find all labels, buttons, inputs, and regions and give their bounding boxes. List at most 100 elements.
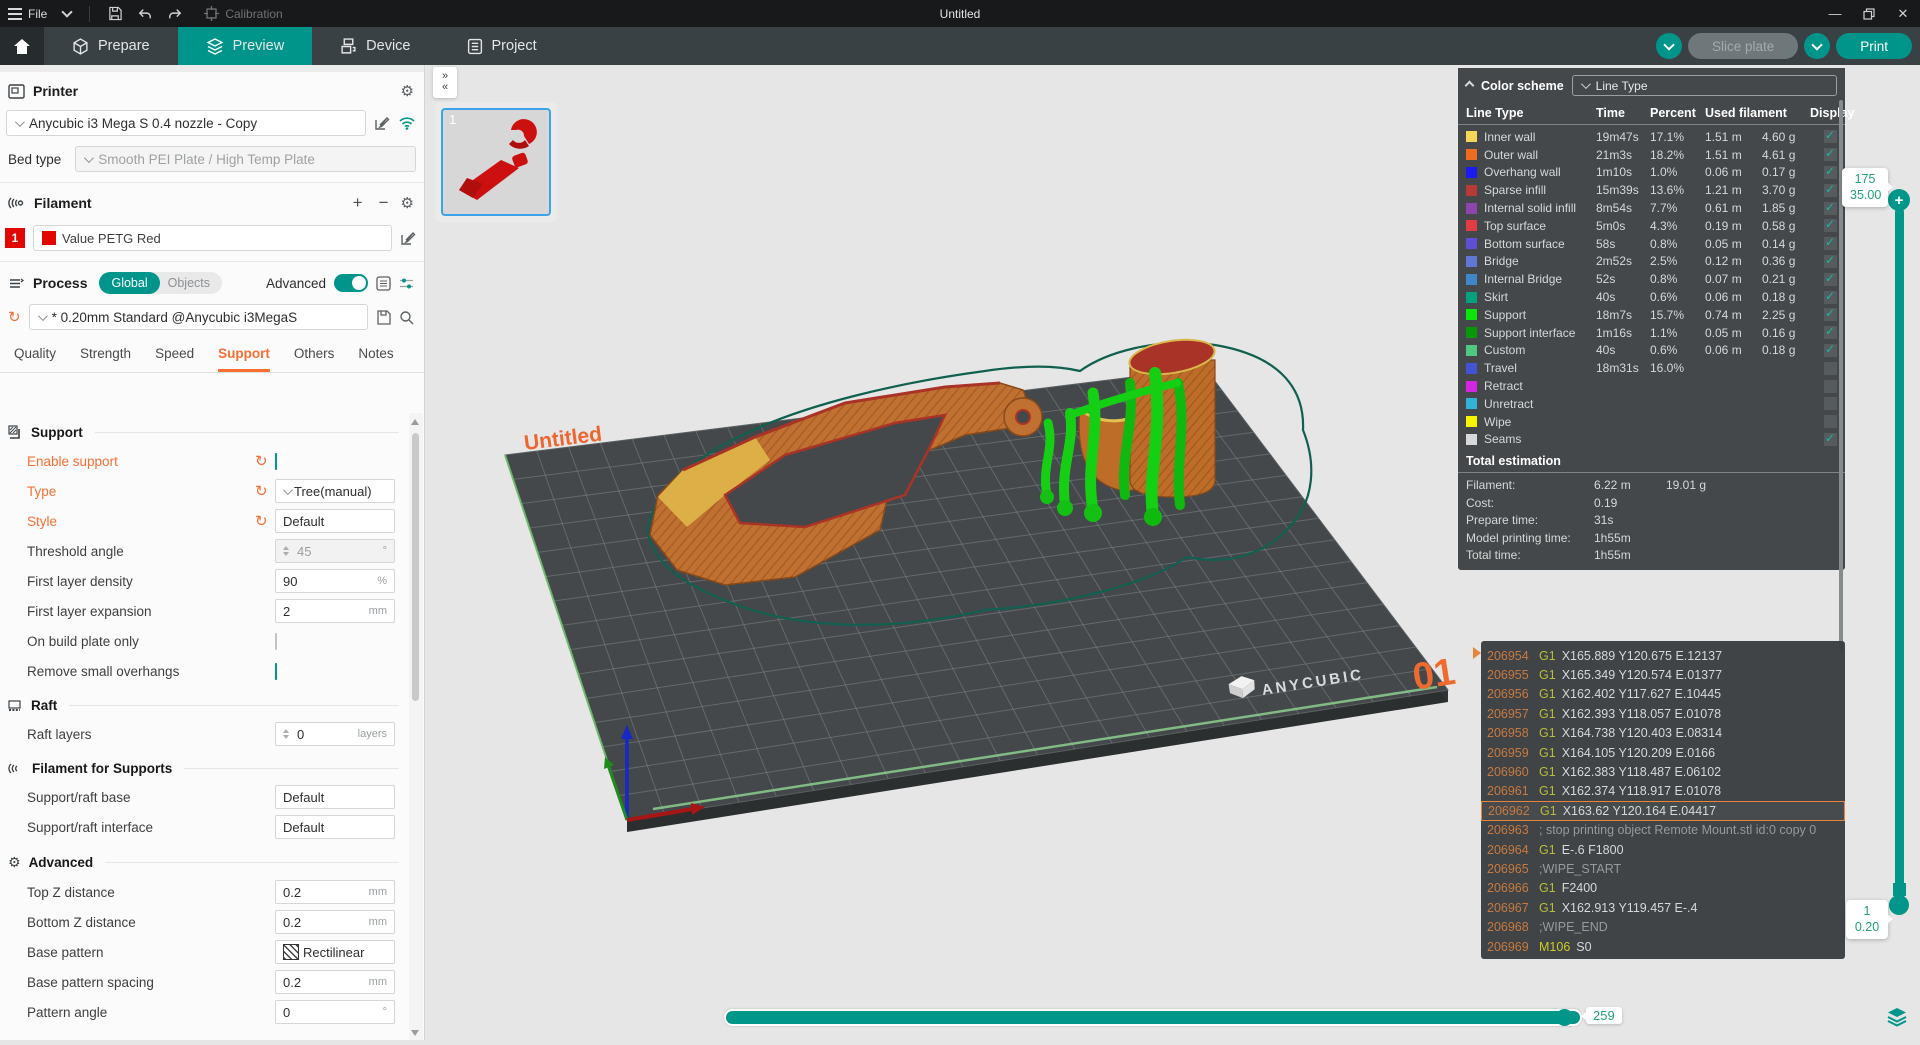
tab-project[interactable]: Project [439,27,565,65]
layer-range-slider-track[interactable] [1895,208,1904,902]
slice-plate-button[interactable]: Slice plate [1688,33,1798,59]
layer-slider-top-handle[interactable]: + [1888,189,1910,211]
edit-filament-icon[interactable] [400,230,416,246]
filament-select[interactable]: Value PETG Red [33,225,392,251]
base-pattern-select[interactable]: Rectilinear [275,940,395,964]
print-options-button[interactable] [1804,33,1830,59]
display-checkbox[interactable] [1824,166,1837,179]
display-checkbox[interactable] [1824,380,1837,393]
file-menu-dropdown[interactable] [55,0,79,27]
printer-select[interactable]: Anycubic i3 Mega S 0.4 nozzle - Copy [6,110,366,136]
build-plate[interactable] [505,368,1448,820]
remove-small-overhangs-checkbox[interactable] [275,663,277,680]
support-raft-interface-select[interactable]: Default [275,815,395,839]
raft-layers-input[interactable]: 0 layers [275,722,395,746]
display-checkbox[interactable] [1824,237,1837,250]
gcode-line[interactable]: 206957G1X162.393 Y118.057 E.01078 [1481,704,1845,723]
support-raft-base-select[interactable]: Default [275,785,395,809]
filament-settings-gear-icon[interactable]: ⚙ [401,194,414,212]
parameter-list-icon[interactable] [376,276,391,291]
calibration-button[interactable]: Calibration [204,6,282,21]
gcode-line[interactable]: 206961G1X162.374 Y118.917 E.01078 [1481,782,1845,801]
tune-icon[interactable] [399,276,414,291]
gcode-line[interactable]: 206967G1X162.913 Y119.457 E-.4 [1481,898,1845,917]
preset-reset-icon[interactable]: ↻ [8,310,21,325]
display-checkbox[interactable] [1824,202,1837,215]
reset-icon[interactable]: ↻ [255,514,275,529]
display-checkbox[interactable] [1824,344,1837,357]
support-type-select[interactable]: Tree(manual) [275,479,395,503]
restore-button[interactable] [1852,0,1886,27]
display-checkbox[interactable] [1824,148,1837,161]
spinner-icon[interactable] [283,546,289,556]
on-build-plate-only-checkbox[interactable] [275,633,277,650]
first-layer-expansion-input[interactable]: 2 mm [275,599,395,623]
gcode-line[interactable]: 206960G1X162.383 Y118.487 E.06102 [1481,762,1845,781]
gcode-line[interactable]: 206965;WIPE_START [1481,859,1845,878]
scope-global-button[interactable]: Global [99,272,159,294]
color-scheme-select[interactable]: Line Type [1572,75,1837,96]
save-preset-icon[interactable] [376,310,391,325]
printer-settings-gear-icon[interactable]: ⚙ [401,82,414,100]
preset-select[interactable]: * 0.20mm Standard @Anycubic i3MegaS [29,304,368,330]
gcode-line[interactable]: 206958G1X164.738 Y120.403 E.08314 [1481,724,1845,743]
scrollbar-thumb[interactable] [412,433,419,701]
tab-others[interactable]: Others [294,346,335,372]
scrollbar-down-icon[interactable] [411,1030,419,1036]
gcode-line[interactable]: 206955G1X165.349 Y120.574 E.01377 [1481,665,1845,684]
undo-button[interactable] [130,0,160,27]
display-checkbox[interactable] [1824,130,1837,143]
spinner-icon[interactable] [283,729,289,739]
first-layer-density-input[interactable]: 90 % [275,569,395,593]
gcode-line[interactable]: 206964G1E-.6 F1800 [1481,840,1845,859]
base-pattern-spacing-input[interactable]: 0.2 mm [275,970,395,994]
display-checkbox[interactable] [1824,291,1837,304]
panel-collapse-button[interactable]: »« [433,67,457,98]
save-button[interactable] [100,0,130,27]
threshold-angle-input[interactable]: 45 ° [275,539,395,563]
tab-support[interactable]: Support [218,346,270,372]
move-slider-track[interactable] [724,1009,1582,1026]
add-filament-button[interactable]: + [349,193,367,213]
settings-scrollbar[interactable] [409,413,423,1040]
slice-options-button[interactable] [1656,33,1682,59]
display-checkbox[interactable] [1824,397,1837,410]
gcode-line[interactable]: 206959G1X164.105 Y120.209 E.0166 [1481,743,1845,762]
enable-support-checkbox[interactable] [275,453,277,470]
print-button[interactable]: Print [1836,33,1912,59]
tab-device[interactable]: Device [312,27,438,65]
scrollbar-up-icon[interactable] [411,419,419,425]
tab-quality[interactable]: Quality [14,346,56,372]
display-checkbox[interactable] [1824,255,1837,268]
reset-icon[interactable]: ↻ [255,484,275,499]
display-checkbox[interactable] [1824,184,1837,197]
display-checkbox[interactable] [1824,308,1837,321]
remove-filament-button[interactable]: − [375,193,393,213]
top-z-distance-input[interactable]: 0.2 mm [275,880,395,904]
layer-slider-bottom-handle[interactable] [1889,895,1909,915]
tab-notes[interactable]: Notes [358,346,393,372]
gcode-line[interactable]: 206966G1F2400 [1481,879,1845,898]
gcode-line[interactable]: 206962G1X163.62 Y120.164 E.04417 [1481,801,1845,820]
bed-type-select[interactable]: Smooth PEI Plate / High Temp Plate [75,146,416,172]
display-checkbox[interactable] [1824,219,1837,232]
gcode-line[interactable]: 206956G1X162.402 Y117.627 E.10445 [1481,685,1845,704]
collapse-panel-icon[interactable] [1466,82,1473,89]
gcode-line[interactable]: 206963; stop printing object Remote Moun… [1481,821,1845,840]
minimize-button[interactable]: — [1818,0,1852,27]
scope-objects-button[interactable]: Objects [160,272,222,294]
reset-icon[interactable]: ↻ [255,454,275,469]
tab-preview[interactable]: Preview [178,27,313,65]
display-checkbox[interactable] [1824,433,1837,446]
wifi-icon[interactable] [398,116,416,130]
plate-thumbnail[interactable]: 1 [441,108,551,216]
support-style-select[interactable]: Default [275,509,395,533]
tab-prepare[interactable]: Prepare [44,27,178,65]
layer-mode-icon[interactable] [1886,1006,1908,1028]
move-slider-handle[interactable] [1556,1009,1573,1026]
gcode-line[interactable]: 206954G1X165.889 Y120.675 E.12137 [1481,646,1845,665]
gcode-line[interactable]: 206969M106S0 [1481,937,1845,956]
file-menu-button[interactable]: File [0,0,55,27]
display-checkbox[interactable] [1824,326,1837,339]
display-checkbox[interactable] [1824,362,1837,375]
